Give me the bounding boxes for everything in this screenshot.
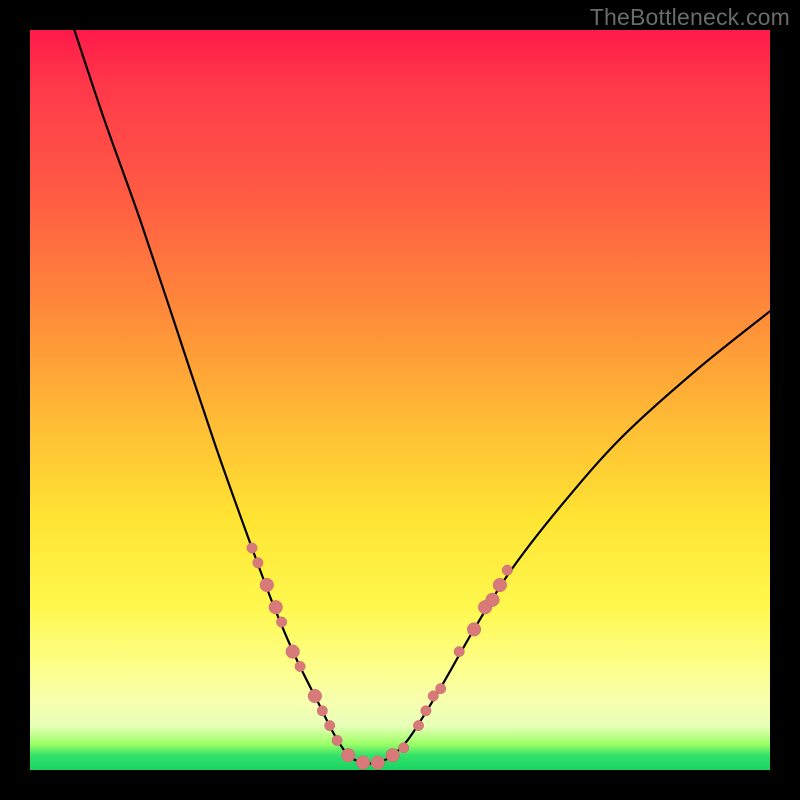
- curve-layer: [30, 30, 770, 770]
- curve-marker: [260, 578, 274, 592]
- curve-marker: [341, 748, 355, 762]
- curve-marker: [286, 645, 300, 659]
- watermark-text: TheBottleneck.com: [590, 4, 790, 31]
- curve-marker: [295, 661, 305, 671]
- curve-marker: [356, 756, 370, 770]
- curve-marker: [399, 743, 409, 753]
- curve-marker: [436, 683, 446, 693]
- chart-frame: TheBottleneck.com: [0, 0, 800, 800]
- bottleneck-curve: [74, 30, 770, 764]
- curve-marker: [454, 646, 464, 656]
- curve-marker: [332, 735, 342, 745]
- curve-marker: [325, 720, 335, 730]
- plot-area: [30, 30, 770, 770]
- curve-marker: [371, 756, 385, 770]
- curve-marker: [493, 578, 507, 592]
- curve-marker: [486, 593, 500, 607]
- curve-marker: [308, 689, 322, 703]
- curve-marker: [253, 558, 263, 568]
- curve-marker: [467, 623, 481, 637]
- curve-marker: [276, 617, 286, 627]
- curve-marker: [421, 706, 431, 716]
- curve-marker: [502, 565, 512, 575]
- curve-marker: [317, 706, 327, 716]
- curve-markers: [247, 543, 513, 770]
- curve-marker: [386, 748, 400, 762]
- curve-marker: [413, 720, 423, 730]
- curve-marker: [247, 543, 257, 553]
- curve-marker: [269, 600, 283, 614]
